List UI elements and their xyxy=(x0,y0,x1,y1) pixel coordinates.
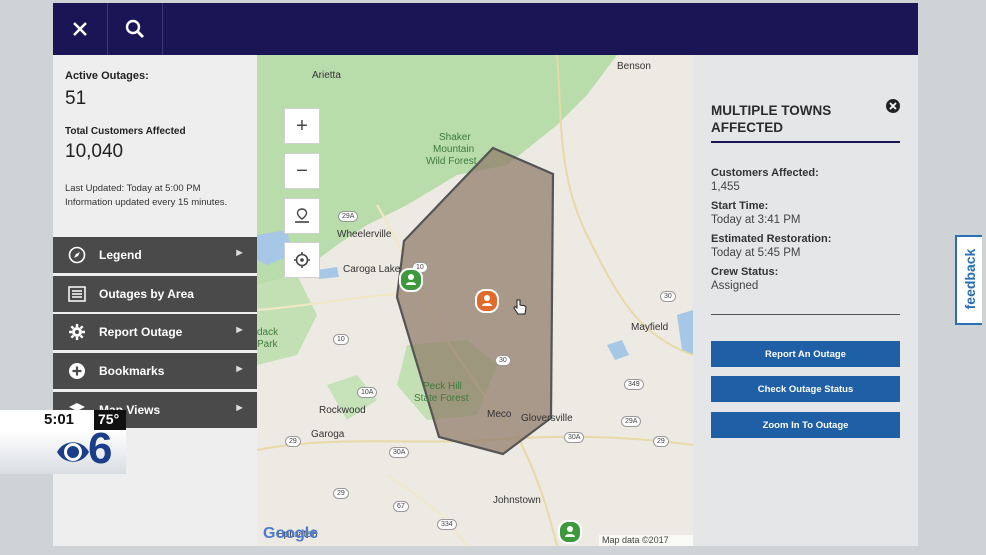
crew-status-value: Assigned xyxy=(711,280,759,292)
report-outage-button[interactable]: Report An Outage xyxy=(711,341,900,367)
close-icon xyxy=(73,22,87,36)
customers-affected-label: Total Customers Affected xyxy=(65,126,186,137)
map-pin-icon xyxy=(295,208,309,223)
last-updated: Last Updated: Today at 5:00 PM xyxy=(65,183,201,194)
crosshair-icon xyxy=(294,252,310,268)
channel-number: 6 xyxy=(88,424,113,473)
town-label: Park xyxy=(257,339,278,350)
route-shield: 29 xyxy=(333,488,349,499)
route-shield: 30A xyxy=(389,447,410,458)
person-icon xyxy=(406,274,416,285)
route-shield: 30A xyxy=(564,432,585,443)
town-label: Meco xyxy=(487,409,512,420)
town-label: dack xyxy=(257,327,279,338)
plus-circle-icon xyxy=(67,361,87,381)
broadcast-time: 5:01 xyxy=(44,411,75,428)
menu-item-label: Bookmarks xyxy=(99,364,165,378)
close-detail-button[interactable] xyxy=(886,99,900,113)
town-label: Gloversville xyxy=(521,413,573,424)
list-icon xyxy=(67,284,87,304)
my-location-button[interactable] xyxy=(284,242,320,278)
route-shield: 67 xyxy=(393,501,409,512)
customers-affected-value: 1,455 xyxy=(711,181,740,193)
locate-pin-button[interactable] xyxy=(284,198,320,234)
town-label: Benson xyxy=(617,61,651,72)
town-label: Mayfield xyxy=(631,322,669,333)
crew-marker[interactable] xyxy=(399,268,423,292)
outage-title-line1: MULTIPLE TOWNS xyxy=(711,103,832,118)
tv-station-bug: 5:01 75° 6 xyxy=(0,410,126,474)
menu-item-label: Outages by Area xyxy=(99,287,194,301)
town-label: Caroga Lake xyxy=(343,264,401,275)
detail-divider xyxy=(711,314,900,315)
route-shield: 30 xyxy=(495,355,511,366)
chevron-right-icon: ► xyxy=(234,247,245,259)
route-shield: 29A xyxy=(338,211,359,222)
customers-affected-value: 10,040 xyxy=(65,141,124,162)
hand-cursor-icon xyxy=(513,299,527,320)
outage-detail-panel: MULTIPLE TOWNS AFFECTED Customers Affect… xyxy=(693,55,918,546)
route-shield: 29A xyxy=(621,416,642,427)
route-shield: 29 xyxy=(285,436,301,447)
customers-affected-label: Customers Affected: xyxy=(711,167,819,179)
route-shield: 10 xyxy=(333,334,349,345)
menu-item-legend[interactable]: Legend ► xyxy=(53,237,257,273)
menu-item-report-outage[interactable]: Report Outage ► xyxy=(53,314,257,350)
menu-item-bookmarks[interactable]: Bookmarks ► xyxy=(53,353,257,389)
chevron-right-icon: ► xyxy=(234,402,245,414)
search-icon xyxy=(125,19,144,38)
google-logo: Google xyxy=(263,525,319,542)
town-label: Rockwood xyxy=(319,405,366,416)
town-label: Garoga xyxy=(311,429,345,440)
gear-icon xyxy=(67,322,87,342)
town-label: Johnstown xyxy=(493,495,541,506)
active-outages-value: 51 xyxy=(65,88,87,109)
top-bar xyxy=(53,3,918,55)
cbs-eye-icon xyxy=(57,442,89,462)
town-label: Mountain xyxy=(433,144,475,155)
chevron-right-icon: ► xyxy=(234,363,245,375)
route-shield: 30 xyxy=(660,291,676,302)
check-outage-status-button[interactable]: Check Outage Status xyxy=(711,376,900,402)
restoration-label: Estimated Restoration: xyxy=(711,233,832,245)
town-label: Peck Hill xyxy=(423,381,462,392)
update-note: Information updated every 15 minutes. xyxy=(65,197,228,208)
town-label: State Forest xyxy=(414,393,469,404)
zoom-in-button[interactable]: + xyxy=(284,108,320,144)
title-divider xyxy=(711,141,900,143)
route-shield: 334 xyxy=(437,519,457,530)
map-attribution: Map data ©2017 Goog xyxy=(599,535,693,546)
outage-title-line2: AFFECTED xyxy=(711,120,783,135)
start-time-value: Today at 3:41 PM xyxy=(711,214,801,226)
feedback-label: feedback xyxy=(962,248,978,310)
town-label: Shaker xyxy=(439,132,471,143)
person-icon xyxy=(565,526,575,537)
zoom-out-button[interactable]: − xyxy=(284,153,320,189)
outage-map[interactable]: + − Arietta Benson Shaker Mountain Wild … xyxy=(257,55,693,546)
town-label: Wild Forest xyxy=(426,156,477,167)
menu-item-label: Legend xyxy=(99,248,142,262)
town-label: Wheelerville xyxy=(337,229,392,240)
close-icon xyxy=(889,102,897,110)
crew-marker[interactable] xyxy=(558,520,582,544)
start-time-label: Start Time: xyxy=(711,200,769,212)
route-shield: 349 xyxy=(624,379,644,390)
menu-item-label: Report Outage xyxy=(99,325,183,339)
search-button[interactable] xyxy=(108,3,163,55)
menu-item-outages-by-area[interactable]: Outages by Area xyxy=(53,276,257,312)
outage-map-app: Active Outages: 51 Total Customers Affec… xyxy=(53,3,918,546)
active-outages-label: Active Outages: xyxy=(65,70,149,82)
chevron-right-icon: ► xyxy=(234,324,245,336)
route-shield: 29 xyxy=(653,436,669,447)
outage-marker[interactable] xyxy=(475,289,499,313)
town-label: Arietta xyxy=(312,70,341,81)
person-icon xyxy=(482,295,492,306)
zoom-to-outage-button[interactable]: Zoom In To Outage xyxy=(711,412,900,438)
route-shield: 10A xyxy=(357,387,378,398)
compass-icon xyxy=(67,245,87,265)
close-button[interactable] xyxy=(53,3,108,55)
crew-status-label: Crew Status: xyxy=(711,266,779,278)
feedback-tab[interactable]: feedback xyxy=(955,235,982,325)
restoration-value: Today at 5:45 PM xyxy=(711,247,801,259)
